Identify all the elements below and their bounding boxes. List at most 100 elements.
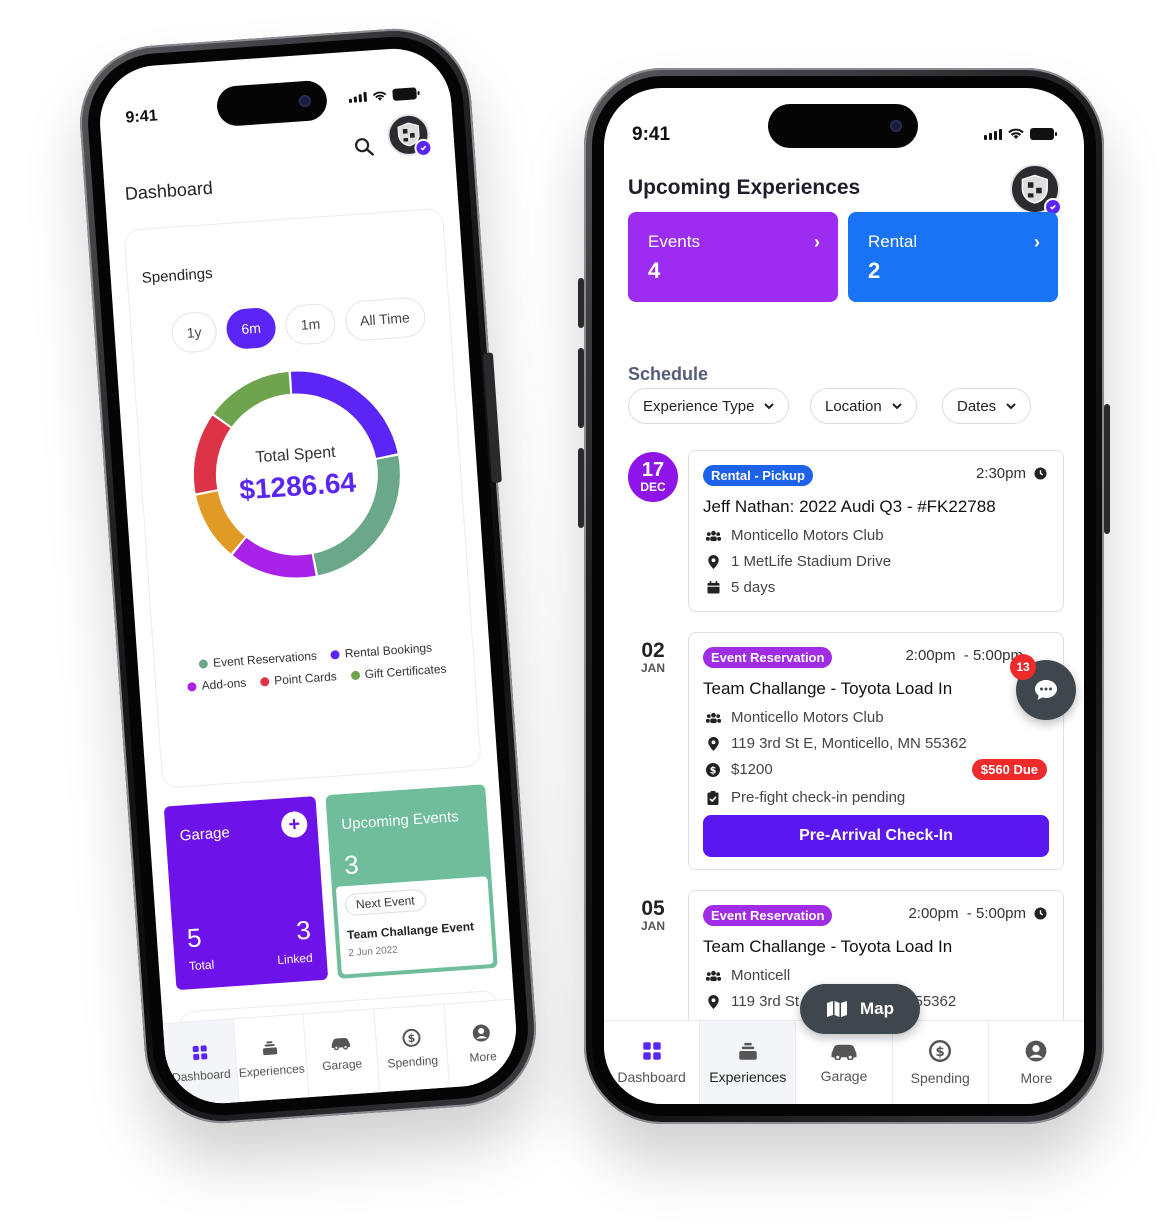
- date-month: DEC: [640, 480, 666, 494]
- tab-more[interactable]: More: [989, 1021, 1084, 1104]
- club-name: Monticello Motors Club: [731, 709, 884, 726]
- dollar-icon: $: [705, 762, 721, 778]
- events-label: Events: [648, 232, 700, 251]
- club-name: Monticell: [731, 967, 791, 984]
- legend-item: Event Reservations: [198, 648, 318, 671]
- signal-icon: [984, 128, 1002, 140]
- side-button: [578, 278, 584, 328]
- tab-label: Garage: [820, 1067, 868, 1084]
- map-icon: [827, 1001, 847, 1017]
- experience-title: Jeff Nathan: 2022 Audi Q3 - #FK22788: [703, 497, 996, 516]
- legend-label: Point Cards: [273, 669, 338, 688]
- svg-text:$: $: [407, 1031, 416, 1045]
- tab-more[interactable]: More: [445, 1000, 520, 1088]
- pre-arrival-checkin-button[interactable]: Pre-Arrival Check-In: [703, 815, 1049, 857]
- tab-experiences[interactable]: Experiences: [233, 1014, 310, 1103]
- price-row: $ $1200: [705, 761, 773, 778]
- legend-label: Event Reservations: [212, 648, 318, 670]
- experience-card[interactable]: Rental - Pickup 2:30pm Jeff Nathan: 2022…: [688, 450, 1064, 612]
- signal-icon: [348, 91, 368, 103]
- clock-icon: [1034, 907, 1047, 920]
- dollar-icon: $: [402, 1028, 421, 1047]
- tab-label: Dashboard: [617, 1068, 686, 1085]
- tab-label: Garage: [321, 1055, 363, 1073]
- address: 119 3rd St E, Monticello, MN 55362: [731, 735, 967, 752]
- dashboard-phone: 9:41 Dashboard Spendings 1y 6m 1m All Ti…: [74, 23, 542, 1129]
- range-1m[interactable]: 1m: [284, 302, 337, 346]
- price: $1200: [731, 761, 773, 778]
- avatar[interactable]: [386, 112, 434, 158]
- donut-center: Total Spent $1286.64: [185, 362, 409, 586]
- upcoming-events-card[interactable]: Upcoming Events 3 Next Event Team Challa…: [325, 784, 498, 979]
- tab-spending[interactable]: $ Spending: [374, 1004, 451, 1093]
- add-vehicle-button[interactable]: +: [280, 810, 309, 839]
- rental-label: Rental: [868, 232, 918, 251]
- status-icons: [348, 87, 418, 104]
- filter-experience-type[interactable]: Experience Type: [628, 388, 790, 424]
- chevron-right-icon: ›: [814, 232, 820, 252]
- experience-tag: Event Reservation: [703, 905, 833, 926]
- next-event-box[interactable]: Next Event Team Challange Event 2 Jun 20…: [335, 876, 494, 975]
- total-spent-label: Total Spent: [255, 443, 337, 467]
- range-6m[interactable]: 6m: [225, 306, 278, 351]
- experience-title: Team Challange - Toyota Load In: [703, 679, 953, 698]
- garage-total-label: Total: [188, 957, 215, 974]
- duration-row: 5 days: [705, 579, 775, 596]
- tab-experiences[interactable]: Experiences: [700, 1021, 797, 1104]
- filter-location[interactable]: Location: [810, 388, 917, 424]
- location-pin-icon: [705, 994, 721, 1010]
- experience-time: 2:00pm - 5:00pm: [905, 647, 1023, 664]
- tab-label: More: [1020, 1069, 1053, 1086]
- stack-icon: [263, 1040, 278, 1055]
- filter-dates[interactable]: Dates: [942, 388, 1032, 424]
- tab-garage[interactable]: Garage: [303, 1009, 380, 1098]
- search-icon[interactable]: [354, 136, 375, 157]
- range-1y[interactable]: 1y: [170, 310, 218, 354]
- experience-card[interactable]: Event Reservation 2:00pm - 5:00pm Team C…: [688, 632, 1064, 870]
- grid-icon: [192, 1044, 208, 1060]
- checkin-row: Pre-fight check-in pending: [705, 789, 905, 806]
- tab-spending[interactable]: $ Spending: [893, 1021, 989, 1104]
- legend-item: Add-ons: [187, 676, 247, 694]
- experience-time: 2:30pm: [976, 465, 1047, 482]
- amount-due-badge: $560 Due: [971, 759, 1047, 780]
- group-icon: [705, 968, 721, 984]
- experiences-phone: 9:41 Upcoming Experiences Events 4 › Ren…: [578, 68, 1110, 1124]
- legend-dot: [330, 649, 341, 660]
- chevron-down-icon: [764, 402, 775, 409]
- club-row: Monticello Motors Club: [705, 709, 884, 726]
- side-button: [578, 448, 584, 528]
- rental-stat-card[interactable]: Rental 2 ›: [848, 212, 1058, 302]
- experience-tag: Event Reservation: [703, 647, 833, 668]
- location-pin-icon: [705, 736, 721, 752]
- tab-dashboard[interactable]: Dashboard: [604, 1021, 701, 1104]
- garage-title: Garage: [179, 824, 231, 845]
- map-button[interactable]: Map: [800, 984, 920, 1034]
- unread-count-badge: 13: [1010, 654, 1036, 680]
- experience-title: Team Challange - Toyota Load In: [703, 937, 953, 956]
- garage-linked-label: Linked: [276, 950, 314, 968]
- dynamic-island: [215, 79, 329, 128]
- page-title: Upcoming Experiences: [628, 176, 861, 199]
- legend-dot: [187, 681, 197, 692]
- schedule-title: Schedule: [628, 364, 709, 384]
- date-day: 17: [641, 459, 665, 481]
- range-all-time[interactable]: All Time: [343, 296, 427, 342]
- garage-card[interactable]: Garage + 5 Total 3 Linked: [163, 796, 329, 991]
- avatar[interactable]: [1010, 164, 1062, 216]
- address-row: 1 MetLife Stadium Drive: [705, 553, 891, 570]
- chat-button[interactable]: 13: [1010, 654, 1076, 720]
- club-logo-icon: [1021, 174, 1049, 204]
- group-icon: [705, 710, 721, 726]
- stack-icon: [739, 1042, 757, 1060]
- events-count: 4: [648, 258, 661, 283]
- tab-dashboard[interactable]: Dashboard: [162, 1019, 240, 1108]
- date-badge: 05 JAN: [628, 898, 678, 933]
- svg-text:$: $: [710, 765, 717, 776]
- date-day: 05: [641, 897, 665, 920]
- checkin-status: Pre-fight check-in pending: [731, 789, 906, 806]
- time-text: 2:00pm - 5:00pm: [905, 647, 1023, 664]
- calendar-icon: [705, 580, 721, 596]
- events-stat-card[interactable]: Events 4 ›: [628, 212, 838, 302]
- date-month: JAN: [640, 661, 665, 675]
